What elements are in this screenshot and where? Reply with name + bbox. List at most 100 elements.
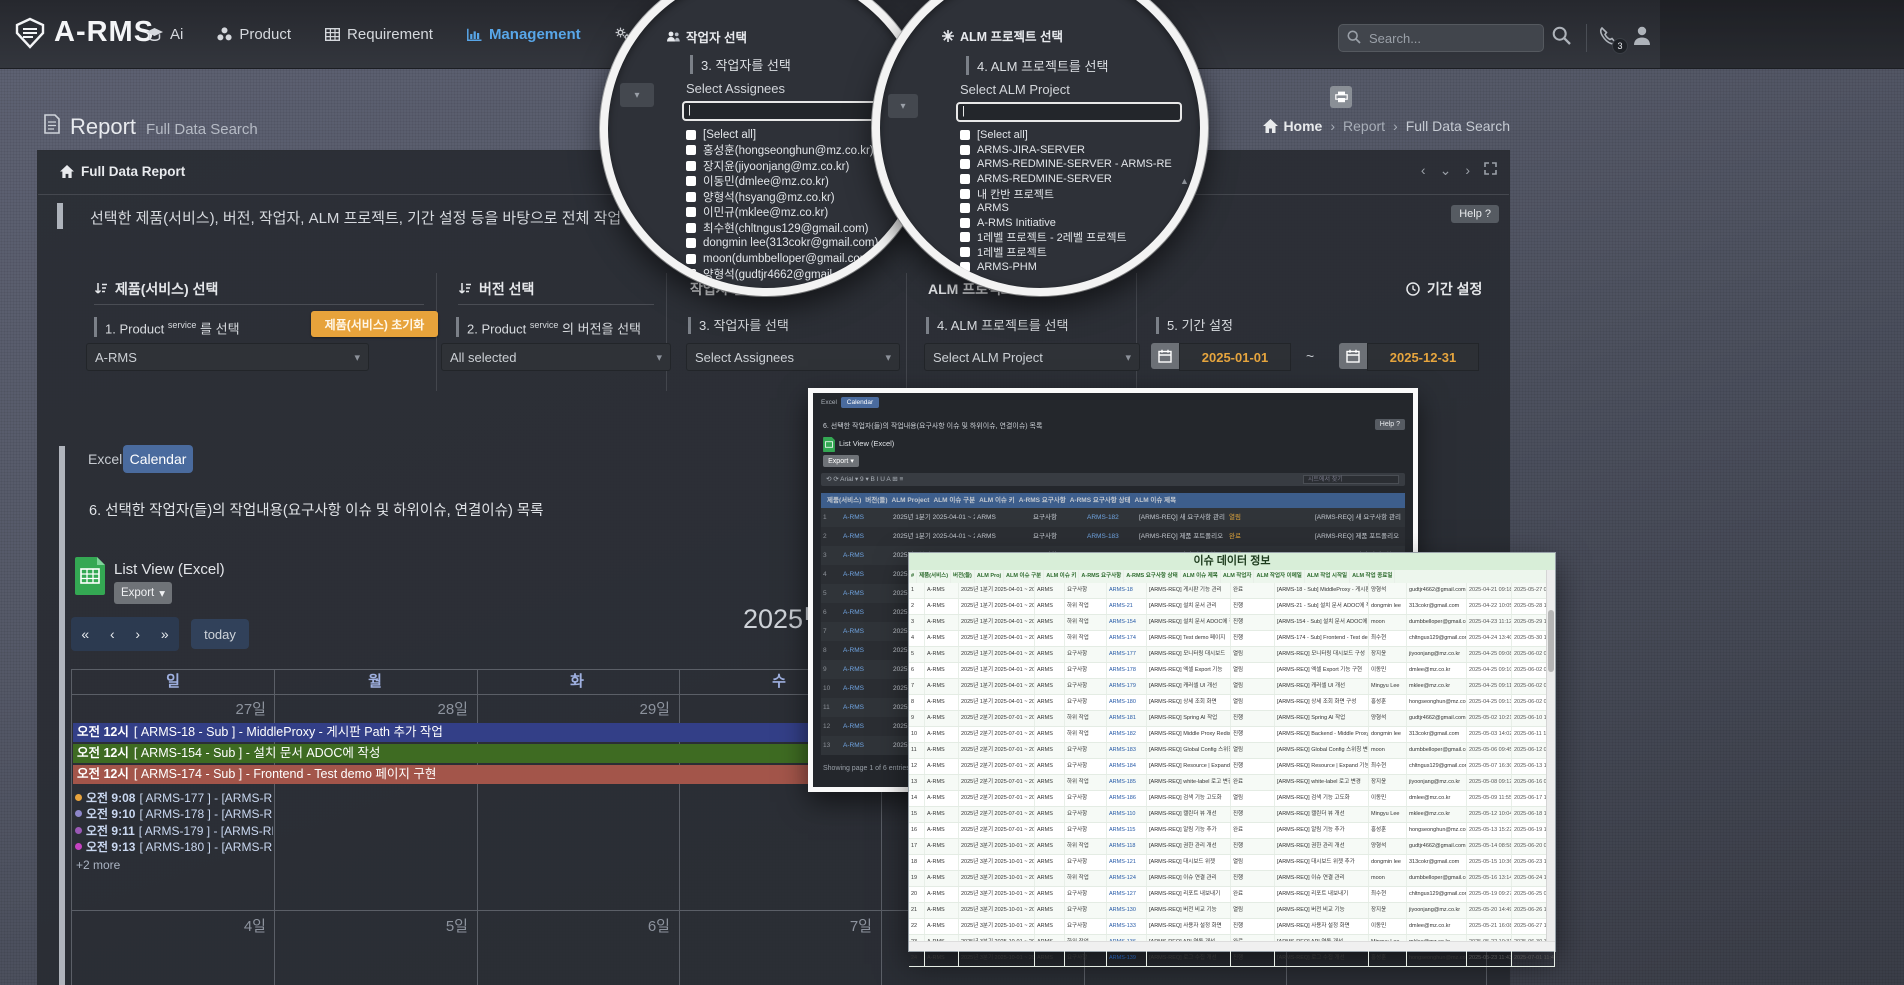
date-cell[interactable]: 6일 xyxy=(476,911,678,936)
issue-header-cell[interactable]: ALM 작업자 xyxy=(1221,570,1255,583)
mini-header-cell[interactable]: A-RMS 요구사항 상태 xyxy=(1068,493,1133,508)
scroll-up-icon[interactable]: ▲ xyxy=(1180,176,1189,186)
checkbox-icon[interactable] xyxy=(686,269,696,279)
assignee-option[interactable]: dongmin lee(313cokr@gmail.com) xyxy=(686,236,878,252)
last-button[interactable]: » xyxy=(161,626,169,642)
issue-table-row[interactable]: 7A-RMS 2025년 1분기 2025-04-01 ~ 2025-06-30… xyxy=(909,679,1555,695)
issue-table-row[interactable]: 9A-RMS 2025년 2분기 2025-07-01 ~ 2025-09-30… xyxy=(909,711,1555,727)
mini-tab-calendar[interactable]: Calendar xyxy=(841,397,879,408)
calendar-icon[interactable] xyxy=(1339,343,1367,369)
mini-help-button[interactable]: Help ? xyxy=(1375,419,1405,430)
first-button[interactable]: « xyxy=(81,626,89,642)
date-from-field[interactable]: 2025-01-01 xyxy=(1179,343,1291,371)
alm-project-select[interactable]: Select ALM Project▾ xyxy=(924,343,1140,371)
issue-header-cell[interactable]: 버전(들) xyxy=(951,570,975,583)
checkbox-icon[interactable] xyxy=(686,145,696,155)
product-select[interactable]: A-RMS▾ xyxy=(86,343,369,371)
checkbox-icon[interactable] xyxy=(686,223,696,233)
checkbox-icon[interactable] xyxy=(960,159,970,169)
assignee-option[interactable]: 양형석(hsyang@mz.co.kr) xyxy=(686,189,878,205)
panel-expand-icon[interactable] xyxy=(1484,162,1497,179)
search-submit-icon[interactable] xyxy=(1552,26,1571,45)
issue-header-cell[interactable]: ALM 작업 시작일 xyxy=(1305,570,1350,583)
menu-item-product[interactable]: Product xyxy=(217,26,291,43)
alm-project-option[interactable]: 내 칸반 프로젝트 xyxy=(960,186,1172,201)
assignee-option[interactable]: 이민규(mklee@mz.co.kr) xyxy=(686,205,878,221)
alm-project-option[interactable]: ARMS-PHM xyxy=(960,259,1172,274)
date-cell[interactable]: 29일 xyxy=(476,694,678,719)
event-item[interactable]: 오전 9:10[ ARMS-178 ] - [ARMS-REQ] 엑스 xyxy=(75,806,273,823)
alm-project-option[interactable]: A-RMS Initiative xyxy=(960,216,1172,231)
checkbox-icon[interactable] xyxy=(686,254,696,264)
assignee-option[interactable]: [Select all] xyxy=(686,127,878,143)
prev-button[interactable]: ‹ xyxy=(110,626,115,642)
mini-table-row[interactable]: 2A-RMS 2025년 1분기 2025-04-01 ~ 2025-06-30… xyxy=(821,527,1405,546)
issue-header-cell[interactable]: ALM 이슈 키 xyxy=(1044,570,1079,583)
today-button[interactable]: today xyxy=(191,619,249,649)
user-icon[interactable] xyxy=(1632,25,1652,46)
assignee-option[interactable]: 양형석(gudtjr4662@gmail.com) xyxy=(686,267,878,283)
tab-calendar[interactable]: Calendar xyxy=(123,445,193,473)
issue-table-row[interactable]: 18A-RMS 2025년 3분기 2025-10-01 ~ 2025-12-3… xyxy=(909,855,1555,871)
checkbox-icon[interactable] xyxy=(960,247,970,257)
alm-project-option[interactable]: 1레벨 프로젝트 xyxy=(960,245,1172,260)
issue-header-cell[interactable]: 제품(서비스) xyxy=(917,570,951,583)
checkbox-icon[interactable] xyxy=(960,262,970,272)
assignee-select[interactable]: Select Assignees▾ xyxy=(686,343,900,371)
issue-header-cell[interactable]: ALM 작업자 이메일 xyxy=(1254,570,1304,583)
checkbox-icon[interactable] xyxy=(960,203,970,213)
alm-project-option[interactable]: ARMS-REDMINE-SERVER - ARMS-RE xyxy=(960,157,1172,172)
issue-table-row[interactable]: 15A-RMS 2025년 2분기 2025-07-01 ~ 2025-09-3… xyxy=(909,807,1555,823)
assignee-option[interactable]: 장지윤(jiyoonjang@mz.co.kr) xyxy=(686,158,878,174)
assignee-option[interactable]: 홍성훈(hongseonghun@mz.co.kr) xyxy=(686,143,878,159)
issue-table-row[interactable]: 8A-RMS 2025년 1분기 2025-04-01 ~ 2025-06-30… xyxy=(909,695,1555,711)
assignee-option[interactable]: 최수현(chltngus129@gmail.com) xyxy=(686,220,878,236)
mini-header-cell[interactable]: 제품(서비스) xyxy=(825,493,863,508)
date-cell[interactable]: 4일 xyxy=(72,911,274,936)
mini-header-cell[interactable]: ALM 이슈 구분 xyxy=(931,493,977,508)
issue-header-cell[interactable]: ALM Proj xyxy=(975,570,1004,583)
next-button[interactable]: › xyxy=(135,626,140,642)
mini-header-cell[interactable]: A-RMS 요구사항 xyxy=(1017,493,1068,508)
date-cell[interactable]: 27일 xyxy=(72,694,274,719)
issue-table-row[interactable]: 21A-RMS 2025년 3분기 2025-10-01 ~ 2025-12-3… xyxy=(909,903,1555,919)
dropdown-label[interactable]: Select Assignees xyxy=(686,81,785,96)
more-events-link[interactable]: +2 more xyxy=(76,858,120,872)
help-button[interactable]: Help ? xyxy=(1451,205,1499,223)
checkbox-icon[interactable] xyxy=(686,130,696,140)
event-item[interactable]: 오전 9:13[ ARMS-180 ] - [ARMS-REQ] 상세 xyxy=(75,839,273,856)
print-icon[interactable] xyxy=(1330,86,1352,108)
mini-header-cell[interactable]: ALM 이슈 키 xyxy=(977,493,1017,508)
checkbox-icon[interactable] xyxy=(960,145,970,155)
issue-header-cell[interactable]: A-RMS 요구사항 상태 xyxy=(1124,570,1180,583)
issue-table-row[interactable]: 3A-RMS 2025년 1분기 2025-04-01 ~ 2025-06-30… xyxy=(909,615,1555,631)
mini-header-cell[interactable]: ALM Project xyxy=(890,493,932,508)
dropdown-label[interactable]: Select ALM Project xyxy=(960,82,1070,97)
menu-item-ai[interactable]: Ai xyxy=(146,26,183,43)
search-input[interactable] xyxy=(1338,24,1544,52)
checkbox-icon[interactable] xyxy=(960,130,970,140)
date-cell[interactable]: 7일 xyxy=(678,911,880,936)
mini-table-row[interactable]: 1A-RMS 2025년 1분기 2025-04-01 ~ 2025-06-30… xyxy=(821,508,1405,527)
calendar-icon[interactable] xyxy=(1151,343,1179,369)
alm-project-option[interactable]: [Select all] xyxy=(960,128,1172,143)
breadcrumb-report[interactable]: Report xyxy=(1343,118,1385,134)
checkbox-icon[interactable] xyxy=(960,174,970,184)
menu-item-management[interactable]: Management xyxy=(467,26,581,43)
issue-header-cell[interactable]: ALM 이슈 구분 xyxy=(1004,570,1044,583)
product-reset-button[interactable]: 제품(서비스) 초기화 xyxy=(311,311,438,337)
issue-table-row[interactable]: 16A-RMS 2025년 2분기 2025-07-01 ~ 2025-09-3… xyxy=(909,823,1555,839)
dropdown-filter-input[interactable]: | xyxy=(956,102,1182,122)
checkbox-icon[interactable] xyxy=(686,192,696,202)
version-select[interactable]: All selected▾ xyxy=(441,343,671,371)
issue-table-row[interactable]: 2A-RMS 2025년 1분기 2025-04-01 ~ 2025-06-30… xyxy=(909,599,1555,615)
panel-collapse-icon[interactable]: ⌄ xyxy=(1440,162,1452,179)
mini-export-button[interactable]: Export ▾ xyxy=(823,455,859,467)
checkbox-icon[interactable] xyxy=(960,218,970,228)
issue-table-row[interactable]: 6A-RMS 2025년 1분기 2025-04-01 ~ 2025-06-30… xyxy=(909,663,1555,679)
checkbox-icon[interactable] xyxy=(686,238,696,248)
date-cell[interactable]: 28일 xyxy=(274,694,476,719)
issue-table-row[interactable]: 24A-RMS 2025년 3분기 2025-10-01 ~ 2025-12-3… xyxy=(909,951,1555,967)
issue-header-cell[interactable]: A-RMS 요구사항 xyxy=(1079,570,1124,583)
tab-excel[interactable]: Excel xyxy=(88,451,122,467)
